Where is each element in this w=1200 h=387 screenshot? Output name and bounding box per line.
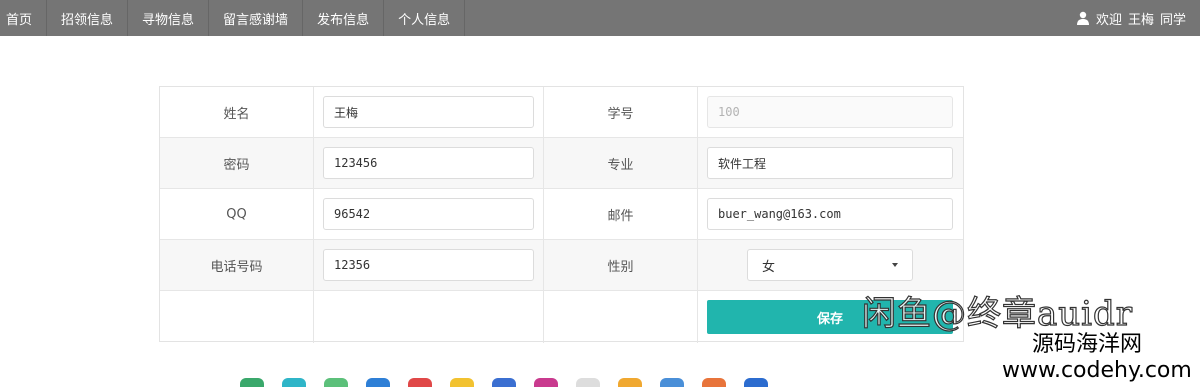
gender-select[interactable]: 女 [747,249,913,281]
email-label: 邮件 [544,189,698,239]
dock-app-icon[interactable] [576,378,600,387]
name-field[interactable]: 王梅 [323,96,534,128]
phone-label: 电话号码 [160,240,314,290]
form-row-actions: 保存 [160,291,963,343]
gender-selected-value: 女 [762,259,776,275]
form-row-password: 密码 123456 专业 软件工程 [160,138,963,189]
dock-app-icon[interactable] [618,378,642,387]
form-row-name: 姓名 王梅 学号 100 [160,87,963,138]
nav-item-home[interactable]: 首页 [0,0,48,36]
nav-item-thanks-wall[interactable]: 留言感谢墙 [209,0,304,36]
nav-item-lost-info[interactable]: 寻物信息 [128,0,210,36]
student-id-field: 100 [707,96,953,128]
dock-app-icon[interactable] [282,378,306,387]
form-row-phone: 电话号码 12356 性别 女 [160,240,963,291]
dock-app-icon[interactable] [744,378,768,387]
dock-app-icon[interactable] [534,378,558,387]
watermark-seller: 闲鱼@终章auidr [861,293,1134,334]
user-icon [1076,11,1090,25]
dock-app-icon[interactable] [702,378,726,387]
dock-app-icon[interactable] [366,378,390,387]
user-suffix: 同学 [1159,12,1186,28]
name-label: 姓名 [160,87,314,137]
email-field[interactable]: buer_wang@163.com [707,198,953,230]
dock-app-icon[interactable] [324,378,348,387]
welcome-text: 欢迎 [1095,12,1122,28]
student-id-label: 学号 [544,87,698,137]
personal-info-form: 姓名 王梅 学号 100 密码 123456 专业 软件工程 QQ 96542 … [159,86,964,343]
dock-app-icon[interactable] [240,378,264,387]
dock-app-icon[interactable] [660,378,684,387]
nav-menu: 首页 招领信息 寻物信息 留言感谢墙 发布信息 个人信息 [0,0,466,36]
major-label: 专业 [544,138,698,188]
dock-app-icon[interactable] [450,378,474,387]
user-greeting[interactable]: 欢迎 王梅 同学 [1076,0,1200,36]
form-row-qq: QQ 96542 邮件 buer_wang@163.com [160,189,963,240]
phone-field[interactable]: 12356 [323,249,534,281]
password-label: 密码 [160,138,314,188]
password-field[interactable]: 123456 [323,147,534,179]
nav-item-publish-info[interactable]: 发布信息 [303,0,385,36]
qq-label: QQ [160,189,314,239]
dock-app-icon[interactable] [492,378,516,387]
qq-field[interactable]: 96542 [323,198,534,230]
watermark-site-url: www.codehy.com [1002,358,1192,383]
top-navbar: 首页 招领信息 寻物信息 留言感谢墙 发布信息 个人信息 欢迎 王梅 同学 [0,0,1200,36]
dock-app-icon[interactable] [408,378,432,387]
watermark-site-name: 源码海洋网 [1032,332,1143,357]
major-field[interactable]: 软件工程 [707,147,953,179]
taskbar-dock [240,378,880,387]
user-name: 王梅 [1127,12,1154,28]
gender-label: 性别 [544,240,698,290]
nav-item-personal-info[interactable]: 个人信息 [384,0,466,36]
nav-item-found-info[interactable]: 招领信息 [47,0,129,36]
chevron-down-icon [892,263,898,267]
